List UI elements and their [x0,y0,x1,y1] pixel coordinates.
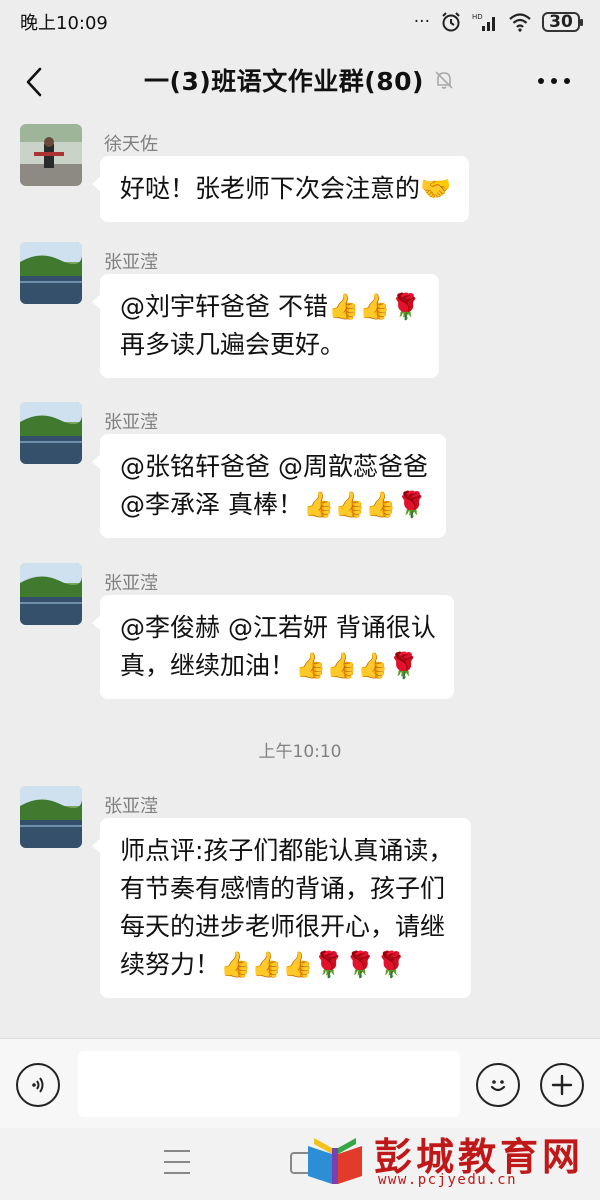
message-line: 有节奏有感情的背诵，孩子们 [120,874,446,903]
message-item: 张亚滢 @刘宇轩爸爸 不错👍👍🌹 再多读几遍会更好。 [20,242,580,392]
avatar[interactable] [20,242,82,304]
watermark-url: www.pcjyedu.cn [378,1172,518,1188]
chevron-left-icon [26,67,42,97]
plus-button[interactable] [540,1063,584,1107]
status-icons: ··· HD 30 [413,11,583,33]
battery-indicator: 30 [542,12,583,32]
smiley-icon [490,1080,506,1092]
chat-title-wrap: 一(3)班语文作业群(80) [0,62,600,98]
bell-off-icon [435,71,453,89]
back-button[interactable] [16,62,52,102]
sender-name: 徐天佐 [104,134,158,155]
sender-name: 张亚滢 [104,252,158,273]
status-time: 晚上10:09 [20,13,108,34]
message-line: 好哒！张老师下次会注意的🤝 [120,174,452,203]
status-bar: 晚上10:09 ··· HD 30 [0,0,600,44]
message-line: 真，继续加油！👍👍👍🌹 [120,651,420,680]
message-line: @刘宇轩爸爸 不错👍👍🌹 [120,292,422,321]
signal-icon: HD [472,13,495,31]
alarm-icon [442,12,460,32]
message-line: 续努力！👍👍👍🌹🌹🌹 [120,950,407,979]
message-item: 张亚滢 @张铭轩爸爸 @周歆蕊爸爸 @李承泽 真棒！👍👍👍🌹 [20,402,580,552]
wifi-icon [509,13,531,32]
more-notifications-icon: ··· [413,12,430,32]
sender-name: 张亚滢 [104,573,158,594]
book-logo-icon [308,1138,362,1184]
sender-name: 张亚滢 [104,412,158,433]
avatar[interactable] [20,124,82,186]
emoji-button[interactable] [476,1063,520,1107]
avatar[interactable] [20,402,82,464]
chat-header: 一(3)班语文作业群(80) [0,44,600,120]
voice-button[interactable] [16,1063,60,1107]
message-line: @张铭轩爸爸 @周歆蕊爸爸 [120,452,428,481]
message-bubble[interactable]: @李俊赫 @江若妍 背诵很认 真，继续加油！👍👍👍🌹 [92,595,454,699]
voice-icon [32,1077,44,1093]
sender-name: 张亚滢 [104,796,158,817]
menu-key[interactable] [164,1150,190,1174]
message-line: 再多读几遍会更好。 [120,330,346,359]
message-line: 每天的进步老师很开心，请继 [120,912,446,941]
more-button[interactable] [534,66,574,96]
message-item: 张亚滢 @李俊赫 @江若妍 背诵很认 真，继续加油！👍👍👍🌹 [20,563,580,713]
message-line: 师点评:孩子们都能认真诵读， [120,836,454,865]
message-bubble[interactable]: 好哒！张老师下次会注意的🤝 [91,156,470,222]
message-bubble[interactable]: @张铭轩爸爸 @周歆蕊爸爸 @李承泽 真棒！👍👍👍🌹 [92,434,446,538]
message-line: @李俊赫 @江若妍 背诵很认 [120,613,436,642]
input-bar [0,1038,600,1128]
message-bubble[interactable]: @刘宇轩爸爸 不错👍👍🌹 再多读几遍会更好。 [91,274,440,378]
message-bubble[interactable]: 师点评:孩子们都能认真诵读， 有节奏有感情的背诵，孩子们 每天的进步老师很开心，… [91,818,472,998]
chat-title: 一(3)班语文作业群(80) [144,67,424,96]
message-item: 徐天佐 好哒！张老师下次会注意的🤝 [20,124,580,234]
more-dots-icon [538,78,570,84]
plus-icon [551,1074,573,1096]
timestamp: 上午10:10 [258,742,342,762]
hd-label: HD [472,13,483,21]
avatar[interactable] [20,563,82,625]
avatar[interactable] [20,786,82,848]
message-input[interactable] [78,1051,460,1117]
message-line: @李承泽 真棒！👍👍👍🌹 [120,490,428,519]
watermark-logo: 彭城教育网 www.pcjyedu.cn [304,1126,594,1196]
message-item: 张亚滢 师点评:孩子们都能认真诵读， 有节奏有感情的背诵，孩子们 每天的进步老师… [20,786,580,1026]
